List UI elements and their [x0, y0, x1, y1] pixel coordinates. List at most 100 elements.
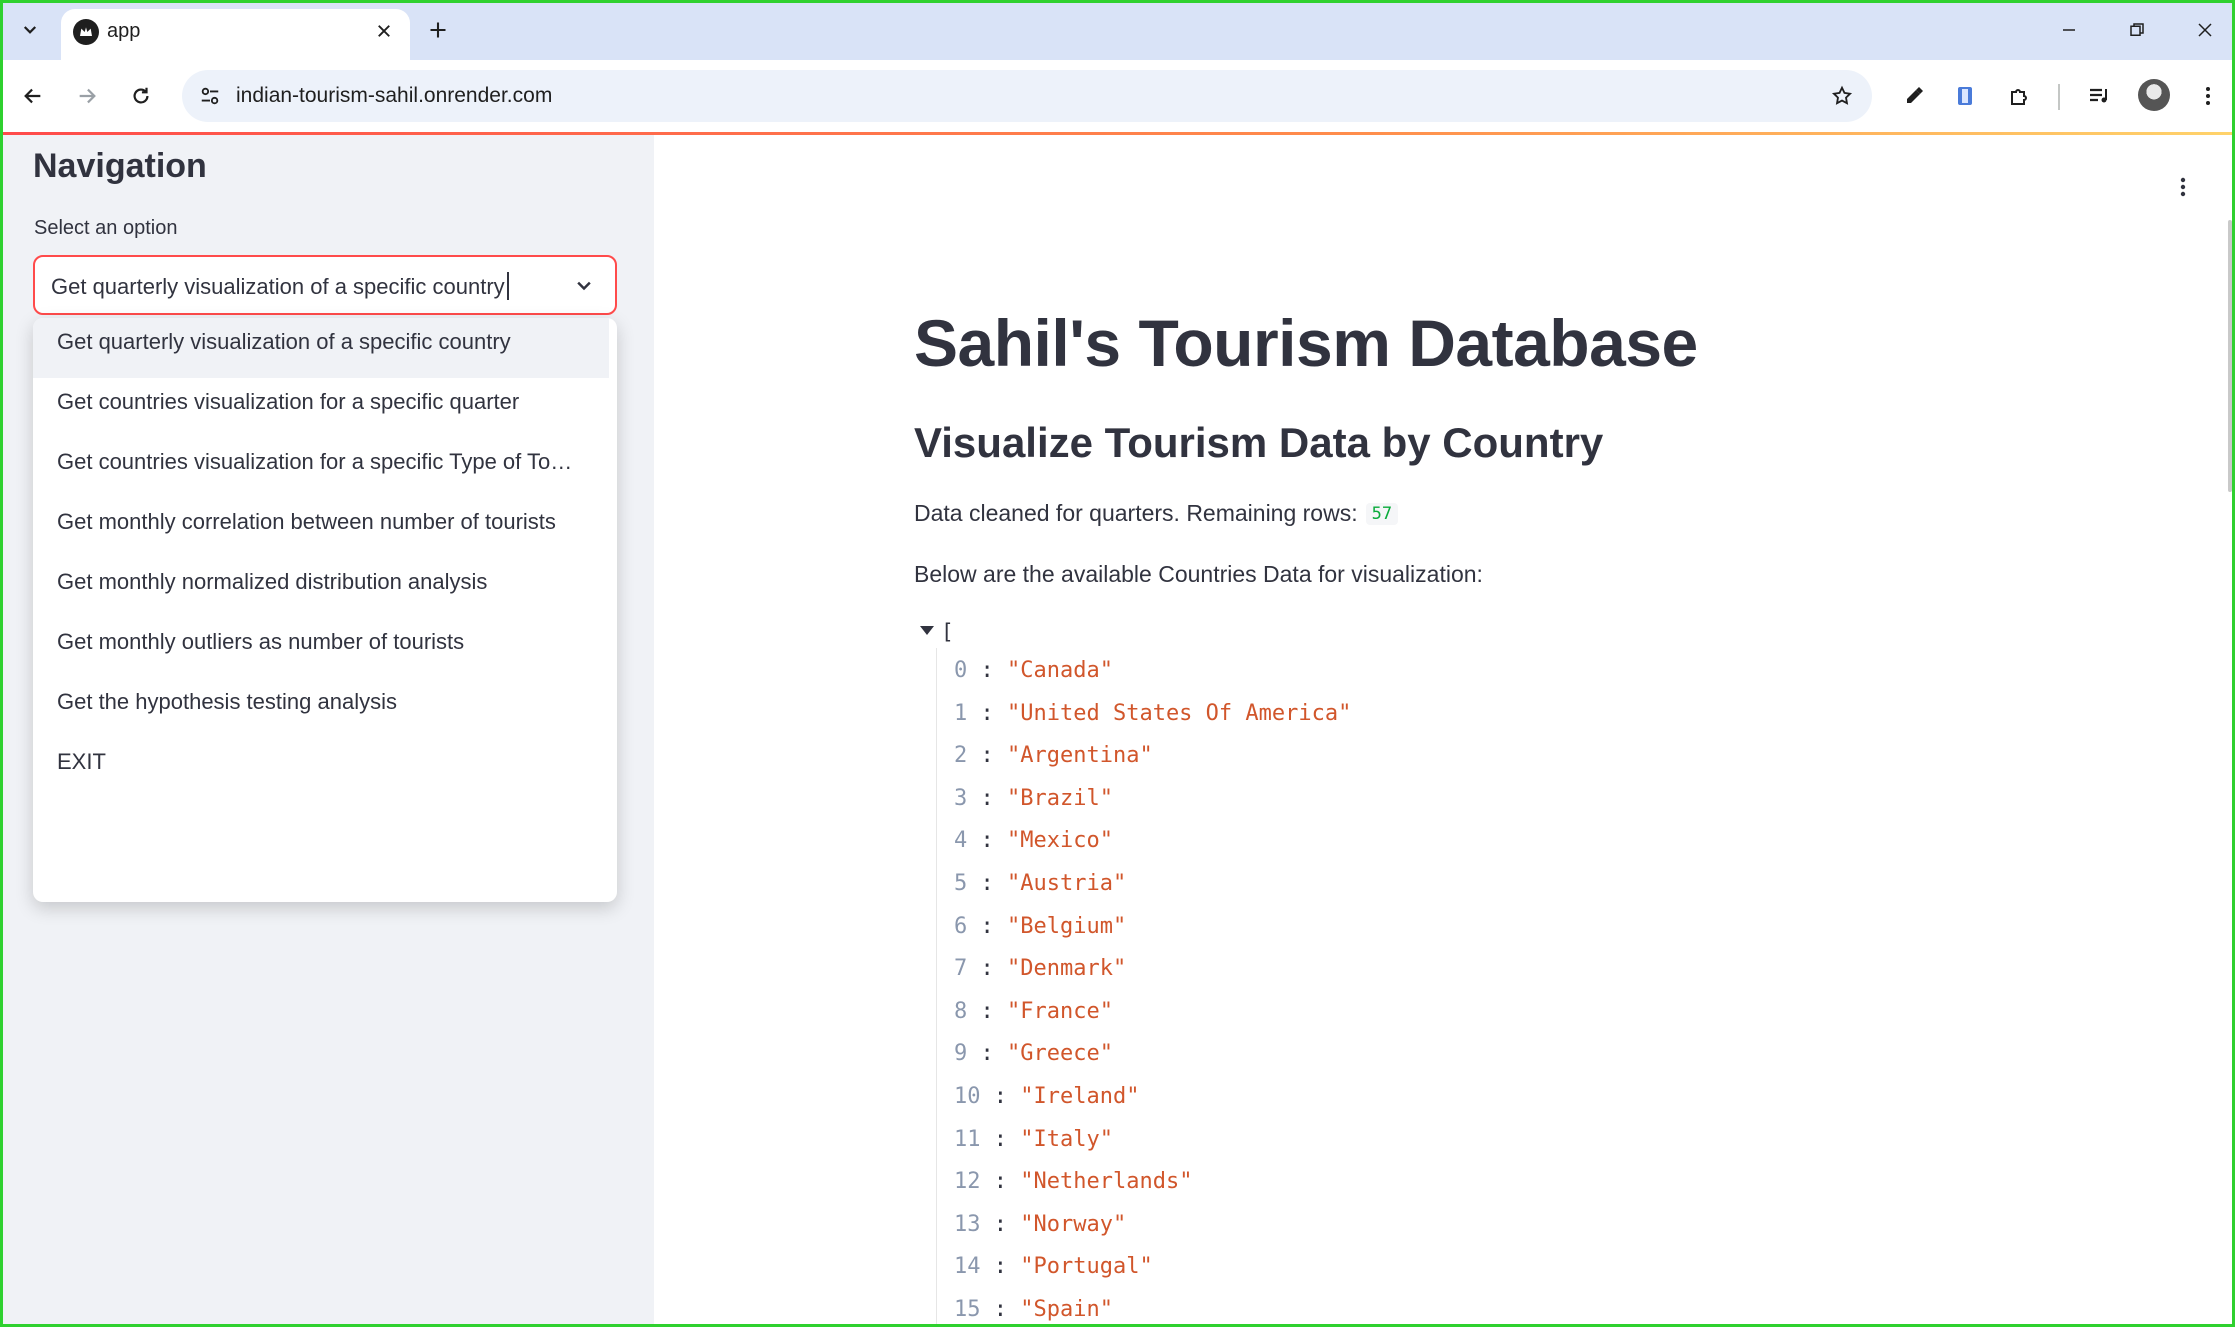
json-index: 1	[954, 700, 968, 726]
profile-avatar[interactable]	[2138, 79, 2170, 111]
url-text: indian-tourism-sahil.onrender.com	[236, 84, 553, 107]
sidebar-title: Navigation	[33, 147, 207, 185]
streamlit-crown-icon	[73, 19, 99, 45]
json-colon: :	[967, 956, 1007, 982]
available-countries-text: Below are the available Countries Data f…	[914, 561, 1483, 587]
option-select[interactable]: Get quarterly visualization of a specifi…	[33, 255, 617, 315]
text-caret	[506, 272, 509, 300]
json-value: "Denmark"	[1007, 956, 1127, 982]
select-label: Select an option	[34, 217, 178, 239]
arrow-left-icon	[24, 88, 41, 104]
json-colon: :	[967, 998, 1007, 1024]
json-colon: :	[980, 1126, 1021, 1152]
restore-button[interactable]	[2117, 10, 2157, 50]
reload-button[interactable]	[121, 76, 161, 116]
scrollbar-thumb[interactable]	[2228, 220, 2232, 492]
json-row: 12 : "Netherlands"	[954, 1169, 1192, 1194]
json-colon: :	[967, 1041, 1007, 1067]
new-tab-button[interactable]	[420, 12, 456, 48]
json-index: 10	[954, 1084, 981, 1109]
plus-icon	[430, 22, 446, 38]
json-index: 14	[954, 1254, 981, 1280]
kebab-menu-icon	[2180, 177, 2186, 197]
tab-search-button[interactable]	[12, 12, 48, 48]
json-row: 8 : "France"	[954, 999, 1113, 1024]
browser-menu-button[interactable]	[2188, 76, 2228, 116]
dropdown-option[interactable]: Get countries visualization for a specif…	[33, 378, 609, 438]
json-index: 15	[954, 1297, 981, 1322]
tab-title: app	[107, 20, 141, 42]
collapse-triangle-icon[interactable]	[918, 622, 936, 640]
json-value: "Netherlands"	[1020, 1169, 1193, 1195]
address-bar[interactable]: indian-tourism-sahil.onrender.com	[182, 70, 1872, 122]
rows-info-text: Data cleaned for quarters. Remaining row…	[914, 500, 1399, 527]
media-control-button[interactable]	[2079, 76, 2119, 116]
dropdown-option[interactable]: EXIT	[33, 738, 609, 798]
json-row: 4 : "Mexico"	[954, 828, 1113, 853]
json-colon: :	[967, 913, 1007, 939]
json-row: 6 : "Belgium"	[954, 914, 1126, 939]
json-value: "Ireland"	[1020, 1084, 1140, 1109]
app-menu-button[interactable]	[2168, 172, 2198, 202]
eyedropper-extension-button[interactable]	[1894, 76, 1934, 116]
json-value: "Belgium"	[1007, 913, 1127, 939]
json-value: "Austria"	[1007, 871, 1127, 896]
toolbar-divider	[2058, 84, 2060, 110]
json-colon: :	[980, 1084, 1021, 1109]
json-colon: :	[967, 828, 1007, 854]
dropdown-option[interactable]: Get countries visualization for a specif…	[33, 438, 609, 498]
rows-count-badge: 57	[1365, 503, 1399, 525]
section-heading: Visualize Tourism Data by Country	[914, 419, 1604, 466]
browser-tab[interactable]: app	[61, 9, 410, 60]
json-index: 11	[954, 1126, 981, 1152]
clipboard-icon	[1958, 87, 1972, 105]
puzzle-icon	[2011, 89, 2027, 105]
dropdown-option[interactable]: Get monthly correlation between number o…	[33, 498, 609, 558]
extensions-button[interactable]	[2000, 76, 2040, 116]
json-colon: :	[967, 785, 1007, 811]
restore-icon	[2130, 23, 2144, 36]
json-row: 15 : "Spain"	[954, 1297, 1113, 1322]
json-value: "Italy"	[1020, 1126, 1113, 1152]
dropdown-option[interactable]: Get quarterly visualization of a specifi…	[33, 318, 609, 378]
chevron-down-icon	[23, 26, 37, 34]
select-value: Get quarterly visualization of a specifi…	[51, 274, 505, 299]
tab-strip: app	[0, 0, 2235, 60]
json-colon: :	[967, 700, 1007, 726]
site-info-icon[interactable]	[192, 78, 228, 114]
json-colon: :	[980, 1254, 1021, 1280]
json-value: "Canada"	[1007, 658, 1113, 683]
close-icon[interactable]	[368, 15, 400, 47]
back-button[interactable]	[13, 76, 53, 116]
forward-button[interactable]	[67, 76, 107, 116]
json-row: 1 : "United States Of America"	[954, 701, 1351, 726]
json-colon: :	[980, 1169, 1021, 1195]
json-index: 0	[954, 658, 968, 683]
json-value: "Brazil"	[1007, 785, 1113, 811]
clipboard-extension-button[interactable]	[1945, 76, 1985, 116]
json-row: 2 : "Argentina"	[954, 743, 1153, 768]
json-index: 4	[954, 828, 968, 854]
minimize-button[interactable]	[2049, 10, 2089, 50]
json-value: "Argentina"	[1007, 743, 1153, 769]
json-index: 9	[954, 1041, 968, 1067]
close-window-button[interactable]	[2185, 10, 2225, 50]
json-row: 5 : "Austria"	[954, 871, 1126, 896]
kebab-menu-icon	[2206, 87, 2210, 105]
json-row: 3 : "Brazil"	[954, 786, 1113, 811]
dropdown-option[interactable]: Get monthly normalized distribution anal…	[33, 558, 609, 618]
json-row: 0 : "Canada"	[954, 658, 1113, 683]
bookmark-star-icon[interactable]	[1824, 78, 1860, 114]
json-colon: :	[967, 658, 1007, 683]
json-value: "France"	[1007, 998, 1113, 1024]
json-row: 11 : "Italy"	[954, 1127, 1113, 1152]
chevron-down-icon[interactable]	[571, 273, 597, 299]
json-index: 2	[954, 743, 968, 769]
json-indent-guide	[936, 648, 937, 1327]
close-icon	[2198, 23, 2212, 37]
json-value: "Norway"	[1020, 1211, 1127, 1237]
json-index: 7	[954, 956, 968, 982]
json-value: "United States Of America"	[1007, 700, 1352, 726]
dropdown-option[interactable]: Get the hypothesis testing analysis	[33, 678, 609, 738]
dropdown-option[interactable]: Get monthly outliers as number of touris…	[33, 618, 609, 678]
